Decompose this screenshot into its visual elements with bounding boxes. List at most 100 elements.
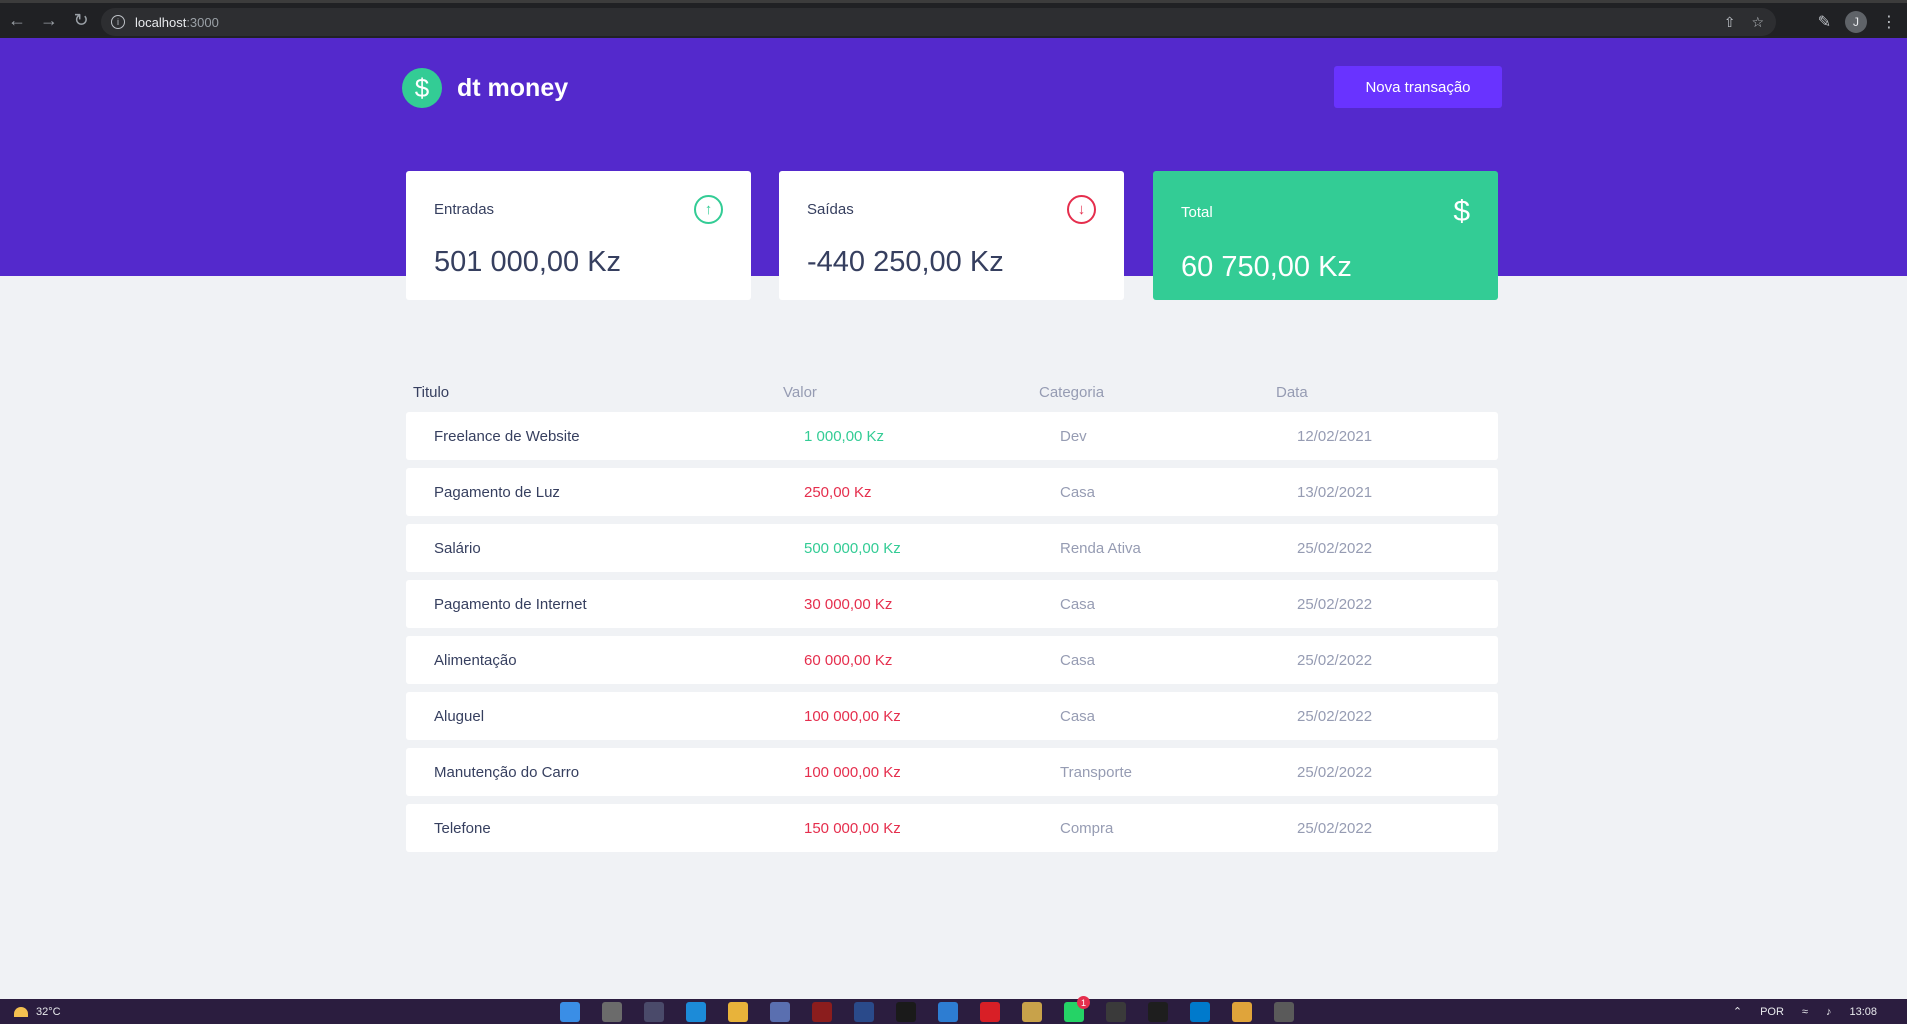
dollar-icon: $ bbox=[1453, 195, 1470, 228]
table-row: Alimentação 60 000,00 Kz Casa 25/02/2022 bbox=[406, 636, 1498, 684]
table-row: Freelance de Website 1 000,00 Kz Dev 12/02/… bbox=[406, 412, 1498, 460]
app-icon[interactable] bbox=[812, 1002, 832, 1022]
row-value: 60 000,00 Kz bbox=[804, 651, 893, 669]
total-value: 60 750,00 Kz bbox=[1181, 251, 1352, 283]
url-port: :3000 bbox=[186, 14, 219, 30]
edge-browser-icon[interactable] bbox=[686, 1002, 706, 1022]
income-card: Entradas ↑ 501 000,00 Kz bbox=[406, 171, 751, 300]
os-taskbar: 32°C 1 ⌃ POR ≈ ♪ 13:08 bbox=[0, 996, 1907, 1024]
taskbar-apps: 1 bbox=[560, 996, 1294, 1022]
weather-widget[interactable]: 32°C bbox=[14, 1006, 61, 1018]
wifi-icon[interactable]: ≈ bbox=[1802, 1006, 1808, 1018]
outcome-label: Saídas bbox=[807, 201, 854, 218]
app-icon[interactable] bbox=[1274, 1002, 1294, 1022]
task-view-icon[interactable] bbox=[644, 1002, 664, 1022]
row-title: Pagamento de Internet bbox=[434, 595, 587, 613]
row-category: Casa bbox=[1060, 651, 1096, 669]
header-title: Titulo bbox=[413, 383, 450, 401]
income-value: 501 000,00 Kz bbox=[434, 246, 622, 278]
header-date: Data bbox=[1276, 383, 1308, 401]
app-icon[interactable] bbox=[854, 1002, 874, 1022]
table-row: Manutenção do Carro 100 000,00 Kz Transpor… bbox=[406, 748, 1498, 796]
row-value: 1 000,00 Kz bbox=[804, 427, 885, 445]
store-icon[interactable] bbox=[770, 1002, 790, 1022]
header-value: Valor bbox=[783, 383, 817, 401]
row-category: Transporte bbox=[1060, 763, 1132, 781]
volume-icon[interactable]: ♪ bbox=[1826, 1006, 1832, 1018]
row-category: Renda Ativa bbox=[1060, 539, 1141, 557]
row-category: Casa bbox=[1060, 483, 1096, 501]
row-date: 25/02/2022 bbox=[1297, 819, 1373, 837]
table-row: Pagamento de Internet 30 000,00 Kz Casa 25/… bbox=[406, 580, 1498, 628]
arrow-up-circle-icon: ↑ bbox=[694, 195, 723, 224]
row-title: Manutenção do Carro bbox=[434, 763, 580, 781]
share-icon[interactable]: ⇧ bbox=[1724, 14, 1736, 31]
row-title: Freelance de Website bbox=[434, 427, 580, 445]
row-title: Pagamento de Luz bbox=[434, 483, 560, 501]
clock[interactable]: 13:08 bbox=[1849, 1006, 1877, 1018]
terminal-icon[interactable] bbox=[896, 1002, 916, 1022]
reload-icon[interactable]: ↻ bbox=[66, 6, 96, 36]
row-category: Compra bbox=[1060, 819, 1114, 837]
temperature: 32°C bbox=[36, 1005, 61, 1018]
app-icon[interactable] bbox=[1106, 1002, 1126, 1022]
table-row: Salário 500 000,00 Kz Renda Ativa 25/02/202… bbox=[406, 524, 1498, 572]
row-value: 100 000,00 Kz bbox=[804, 707, 901, 725]
search-app-icon[interactable] bbox=[602, 1002, 622, 1022]
mail-icon[interactable] bbox=[938, 1002, 958, 1022]
browser-toolbar: ← → ↻ i localhost:3000 ⇧ ☆ ✎ J ⋮ bbox=[0, 0, 1907, 38]
row-value: 500 000,00 Kz bbox=[804, 539, 901, 557]
windows-start-icon[interactable] bbox=[560, 1002, 580, 1022]
weather-icon bbox=[14, 1006, 28, 1017]
terminal-icon[interactable] bbox=[1148, 1002, 1168, 1022]
menu-kebab-icon[interactable]: ⋮ bbox=[1881, 12, 1897, 32]
info-icon[interactable]: i bbox=[111, 15, 125, 29]
arrow-down-circle-icon: ↓ bbox=[1067, 195, 1096, 224]
row-category: Dev bbox=[1060, 427, 1087, 445]
income-label: Entradas bbox=[434, 201, 495, 218]
logo: $ dt money bbox=[402, 68, 568, 108]
header-category: Categoria bbox=[1039, 383, 1105, 401]
row-date: 13/02/2021 bbox=[1297, 483, 1373, 501]
row-title: Salário bbox=[434, 539, 481, 557]
row-value: 100 000,00 Kz bbox=[804, 763, 901, 781]
address-bar[interactable]: i localhost:3000 ⇧ ☆ bbox=[101, 8, 1776, 36]
total-label: Total bbox=[1181, 203, 1213, 221]
dollar-logo-icon: $ bbox=[402, 68, 442, 108]
row-date: 25/02/2022 bbox=[1297, 651, 1373, 669]
table-body: Freelance de Website 1 000,00 Kz Dev 12/02/… bbox=[406, 412, 1498, 852]
whatsapp-icon[interactable]: 1 bbox=[1064, 996, 1090, 1022]
outcome-value: -440 250,00 Kz bbox=[807, 246, 1004, 278]
row-title: Aluguel bbox=[434, 707, 485, 725]
row-category: Casa bbox=[1060, 595, 1096, 613]
table-row: Pagamento de Luz 250,00 Kz Casa 13/02/2021 bbox=[406, 468, 1498, 516]
new-transaction-button[interactable]: Nova transação bbox=[1334, 66, 1502, 108]
table-header: Titulo Valor Categoria Data bbox=[406, 372, 1498, 412]
row-value: 30 000,00 Kz bbox=[804, 595, 893, 613]
profile-avatar[interactable]: J bbox=[1845, 11, 1867, 33]
bookmark-star-icon[interactable]: ☆ bbox=[1751, 14, 1764, 31]
app-icon[interactable] bbox=[1022, 1002, 1042, 1022]
table-row: Aluguel 100 000,00 Kz Casa 25/02/2022 bbox=[406, 692, 1498, 740]
row-value: 250,00 Kz bbox=[804, 483, 872, 501]
notification-badge: 1 bbox=[1077, 996, 1090, 1009]
file-explorer-icon[interactable] bbox=[728, 1002, 748, 1022]
row-date: 25/02/2022 bbox=[1297, 707, 1373, 725]
row-date: 25/02/2022 bbox=[1297, 595, 1373, 613]
row-date: 25/02/2022 bbox=[1297, 539, 1373, 557]
netflix-icon[interactable] bbox=[980, 1002, 1000, 1022]
row-category: Casa bbox=[1060, 707, 1096, 725]
outcome-card: Saídas ↓ -440 250,00 Kz bbox=[779, 171, 1124, 300]
extensions-puzzle-icon[interactable]: ✎ bbox=[1818, 12, 1831, 32]
transactions-table: Titulo Valor Categoria Data Freelance de… bbox=[406, 372, 1498, 852]
language-indicator[interactable]: POR bbox=[1760, 1006, 1784, 1018]
row-date: 12/02/2021 bbox=[1297, 427, 1373, 445]
vscode-icon[interactable] bbox=[1190, 1002, 1210, 1022]
forward-arrow-icon[interactable]: → bbox=[34, 6, 64, 36]
row-title: Alimentação bbox=[434, 651, 517, 669]
total-card: Total $ 60 750,00 Kz bbox=[1153, 171, 1498, 300]
chevron-up-icon[interactable]: ⌃ bbox=[1733, 1005, 1742, 1018]
chrome-icon[interactable] bbox=[1232, 1002, 1252, 1022]
back-arrow-icon[interactable]: ← bbox=[2, 6, 32, 36]
row-title: Telefone bbox=[434, 819, 491, 837]
